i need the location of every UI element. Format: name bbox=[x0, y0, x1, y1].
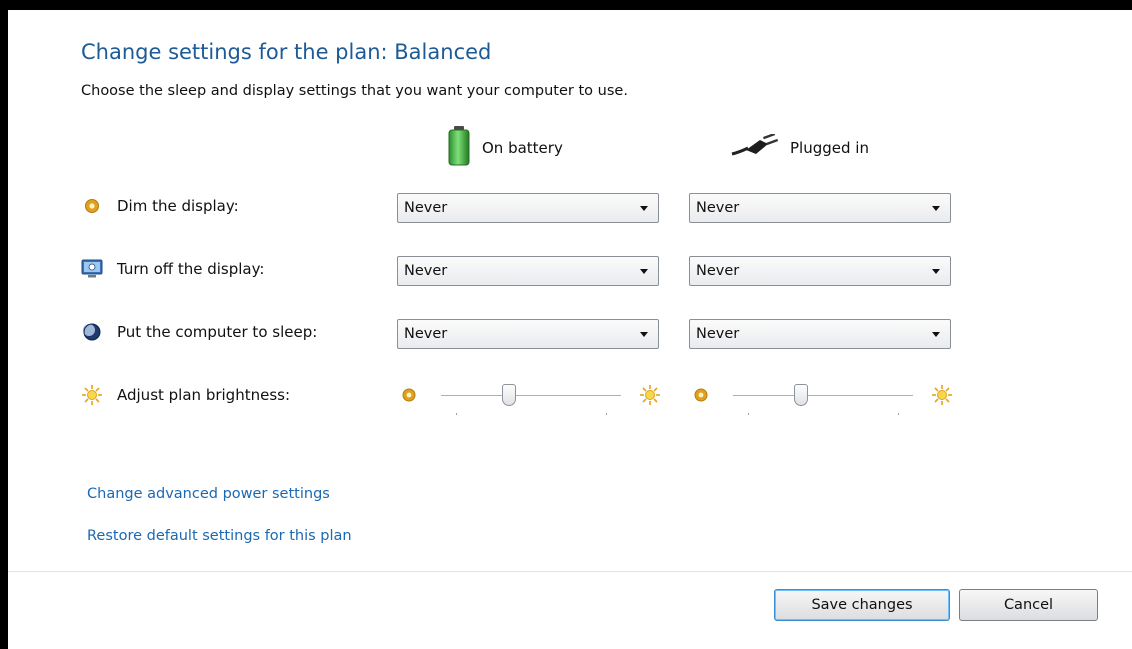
power-plan-window: Change settings for the plan: Balanced C… bbox=[8, 10, 1132, 649]
brightness-plugged-slider[interactable] bbox=[693, 380, 958, 420]
chevron-down-icon bbox=[932, 331, 940, 337]
select-value: Never bbox=[696, 326, 740, 342]
sun-icon bbox=[81, 384, 103, 406]
sleep-plugged-select[interactable]: Never bbox=[689, 319, 951, 349]
monitor-icon bbox=[81, 258, 103, 280]
slider-track[interactable] bbox=[733, 395, 913, 396]
turn-off-display-plugged-select[interactable]: Never bbox=[689, 256, 951, 286]
dim-sun-icon bbox=[693, 387, 709, 407]
dim-display-plugged-select[interactable]: Never bbox=[689, 193, 951, 223]
slider-tick bbox=[898, 413, 899, 415]
cancel-button[interactable]: Cancel bbox=[959, 589, 1098, 621]
page-title: Change settings for the plan: Balanced bbox=[81, 40, 492, 64]
advanced-power-settings-link[interactable]: Change advanced power settings bbox=[87, 486, 330, 502]
restore-defaults-link[interactable]: Restore default settings for this plan bbox=[87, 528, 352, 544]
row-label-sleep: Put the computer to sleep: bbox=[117, 323, 318, 341]
chevron-down-icon bbox=[640, 331, 648, 337]
slider-tick bbox=[606, 413, 607, 415]
row-turn-off-display: Turn off the display: bbox=[81, 256, 264, 282]
slider-tick bbox=[456, 413, 457, 415]
row-sleep: Put the computer to sleep: bbox=[81, 319, 317, 345]
row-label-dim-display: Dim the display: bbox=[117, 197, 239, 215]
row-dim-display: Dim the display: bbox=[81, 193, 239, 219]
bright-sun-icon bbox=[639, 384, 661, 410]
column-label-on-battery: On battery bbox=[482, 139, 563, 157]
slider-tick bbox=[748, 413, 749, 415]
column-header-plugged-in: Plugged in bbox=[730, 126, 869, 170]
select-value: Never bbox=[696, 200, 740, 216]
row-label-turn-off-display: Turn off the display: bbox=[117, 260, 265, 278]
save-changes-button[interactable]: Save changes bbox=[774, 589, 950, 621]
column-header-on-battery: On battery bbox=[448, 126, 563, 170]
dim-sun-icon bbox=[401, 387, 417, 407]
sleep-moon-icon bbox=[81, 321, 103, 343]
chevron-down-icon bbox=[932, 268, 940, 274]
slider-track[interactable] bbox=[441, 395, 621, 396]
chevron-down-icon bbox=[640, 205, 648, 211]
dim-display-battery-select[interactable]: Never bbox=[397, 193, 659, 223]
page-subtitle: Choose the sleep and display settings th… bbox=[81, 83, 628, 99]
row-label-brightness: Adjust plan brightness: bbox=[117, 386, 290, 404]
slider-thumb[interactable] bbox=[502, 384, 517, 406]
column-label-plugged-in: Plugged in bbox=[790, 139, 869, 157]
chevron-down-icon bbox=[640, 268, 648, 274]
select-value: Never bbox=[404, 200, 448, 216]
footer-divider bbox=[8, 571, 1132, 572]
row-brightness: Adjust plan brightness: bbox=[81, 382, 290, 408]
select-value: Never bbox=[404, 326, 448, 342]
dim-display-icon bbox=[81, 195, 103, 217]
select-value: Never bbox=[696, 263, 740, 279]
sleep-battery-select[interactable]: Never bbox=[397, 319, 659, 349]
bright-sun-icon bbox=[931, 384, 953, 410]
chevron-down-icon bbox=[932, 205, 940, 211]
select-value: Never bbox=[404, 263, 448, 279]
slider-thumb[interactable] bbox=[794, 384, 809, 406]
turn-off-display-battery-select[interactable]: Never bbox=[397, 256, 659, 286]
brightness-battery-slider[interactable] bbox=[401, 380, 666, 420]
battery-icon bbox=[448, 126, 470, 170]
power-plug-icon bbox=[730, 132, 779, 162]
